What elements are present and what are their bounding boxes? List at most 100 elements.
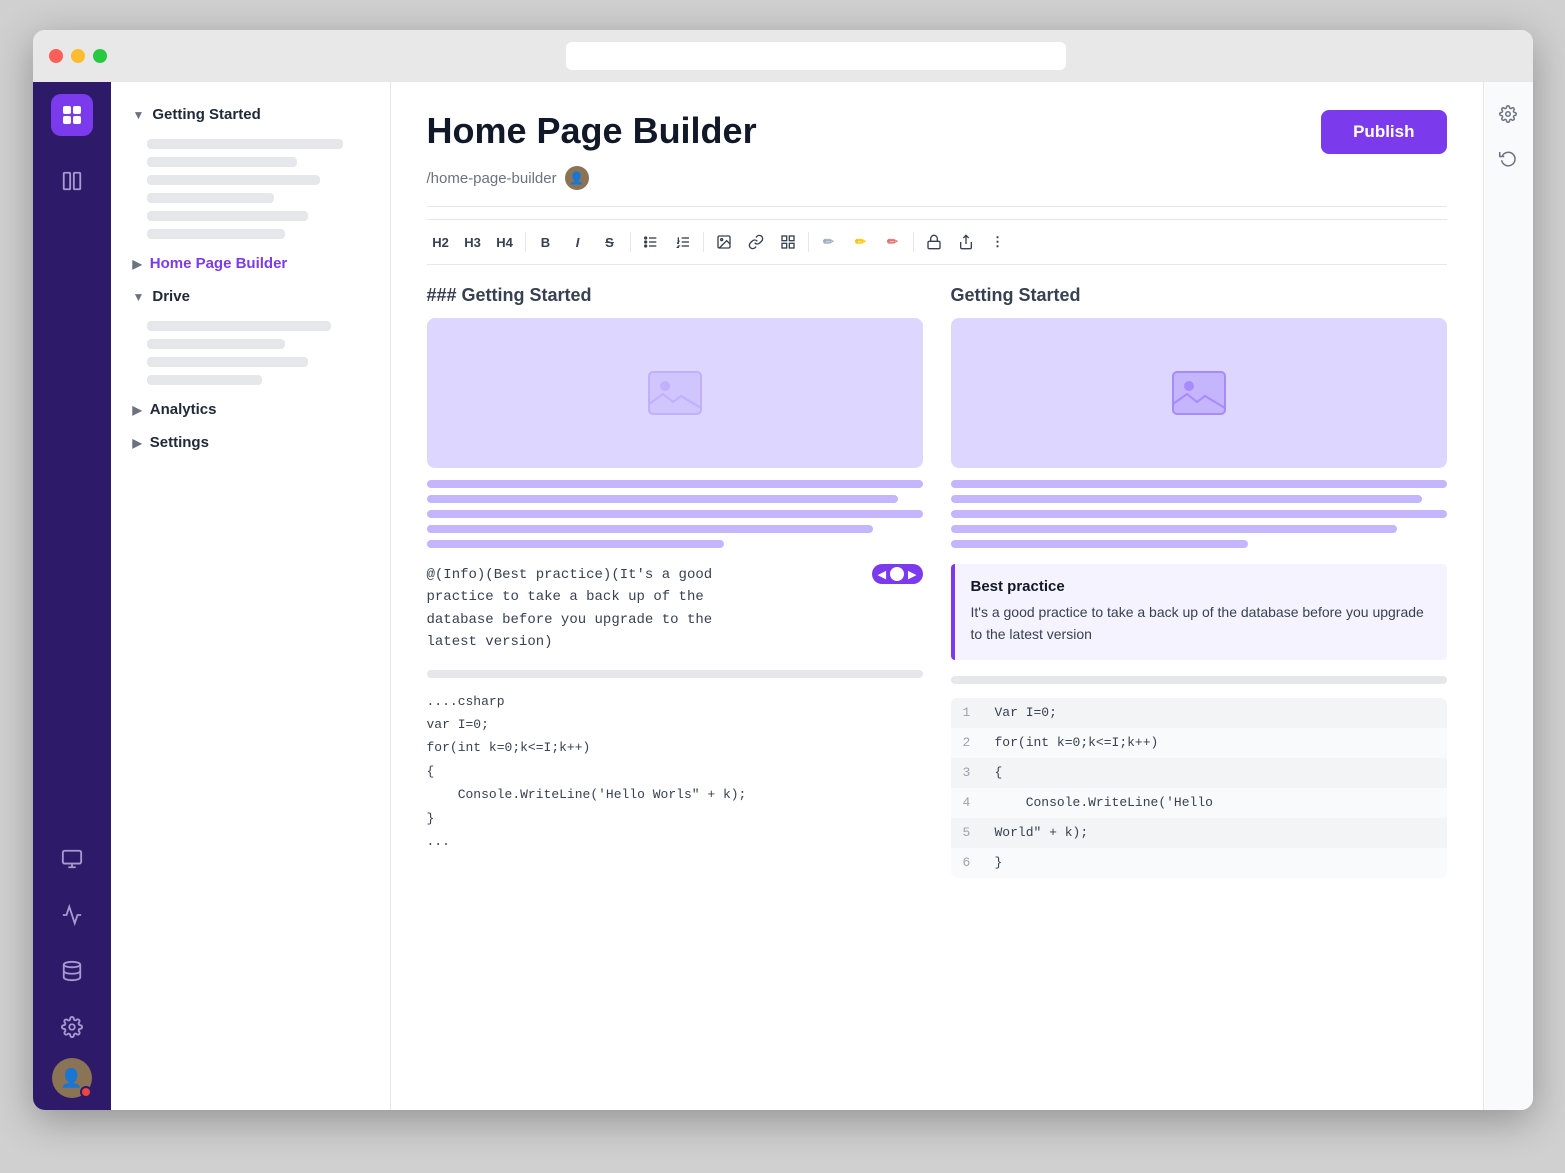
ordered-list-button[interactable] xyxy=(669,228,697,256)
bold-button[interactable]: B xyxy=(532,228,560,256)
code-line: } xyxy=(427,807,923,830)
sidebar-bottom: 👤 xyxy=(51,834,93,1098)
heading2-button[interactable]: H2 xyxy=(427,228,455,256)
nav-item-home-page-builder[interactable]: ▶ Home Page Builder xyxy=(123,247,378,280)
code-preview-line: 3 { xyxy=(951,758,1447,788)
preview-text-line xyxy=(951,480,1447,488)
preview-text-line xyxy=(951,495,1422,503)
app-body: 👤 ▼ Getting Started ▶ xyxy=(33,82,1533,1110)
editor-columns: ### Getting Started xyxy=(427,285,1447,878)
code-line: { xyxy=(427,760,923,783)
code-preview-line: 2 for(int k=0;k<=I;k++) xyxy=(951,728,1447,758)
toolbar-divider xyxy=(630,232,631,252)
settings-gear-icon[interactable] xyxy=(51,1006,93,1048)
subitem-line xyxy=(147,339,286,349)
color1-button[interactable]: ✏ xyxy=(815,228,843,256)
subitem-line xyxy=(147,211,309,221)
nav-label-settings: Settings xyxy=(150,434,209,451)
color2-button[interactable]: ✏ xyxy=(847,228,875,256)
main-content: Home Page Builder Publish /home-page-bui… xyxy=(391,82,1483,1110)
chevron-down-icon: ▼ xyxy=(133,108,145,122)
lock-button[interactable] xyxy=(920,228,948,256)
publish-button[interactable]: Publish xyxy=(1321,110,1446,154)
strikethrough-button[interactable]: S xyxy=(596,228,624,256)
code-preview-line: 1 Var I=0; xyxy=(951,698,1447,728)
code-preview-line: 6 } xyxy=(951,848,1447,878)
heading3-button[interactable]: H3 xyxy=(459,228,487,256)
address-bar[interactable] xyxy=(566,42,1066,70)
nav-label-home-page-builder: Home Page Builder xyxy=(150,255,288,272)
page-url-text: /home-page-builder xyxy=(427,170,557,187)
app-window: 👤 ▼ Getting Started ▶ xyxy=(33,30,1533,1110)
text-line xyxy=(427,495,898,503)
more-options-button[interactable]: ⋮ xyxy=(984,228,1012,256)
arrow-left-icon: ◀ xyxy=(878,568,886,581)
titlebar xyxy=(33,30,1533,82)
best-practice-text: It's a good practice to take a back up o… xyxy=(971,601,1431,646)
editor-image-placeholder xyxy=(427,318,923,468)
library-icon[interactable] xyxy=(51,160,93,202)
toolbar-divider xyxy=(525,232,526,252)
preview-image-placeholder xyxy=(951,318,1447,468)
maximize-btn[interactable] xyxy=(93,49,107,63)
icon-sidebar: 👤 xyxy=(33,82,111,1110)
link-button[interactable] xyxy=(742,228,770,256)
page-header: Home Page Builder Publish xyxy=(427,110,1447,154)
subitem-line xyxy=(147,375,263,385)
editor-placeholder-lines xyxy=(427,670,923,678)
text-line xyxy=(427,510,923,518)
subitem-line xyxy=(147,193,274,203)
editor-text-lines xyxy=(427,480,923,548)
chevron-down-icon: ▼ xyxy=(133,290,145,304)
panel-settings-icon[interactable] xyxy=(1492,98,1524,130)
preview-heading: Getting Started xyxy=(951,285,1447,306)
code-preview-line: 5 World" + k); xyxy=(951,818,1447,848)
unordered-list-button[interactable] xyxy=(637,228,665,256)
text-line xyxy=(427,525,873,533)
toggle-switch[interactable]: ◀ ▶ xyxy=(872,564,923,584)
code-line: ....csharp xyxy=(427,690,923,713)
code-block-editor: ....csharp var I=0; for(int k=0;k<=I;k++… xyxy=(427,690,923,854)
share-button[interactable] xyxy=(952,228,980,256)
nav-item-analytics[interactable]: ▶ Analytics xyxy=(123,393,378,426)
code-line: ... xyxy=(427,830,923,853)
nav-item-drive[interactable]: ▼ Drive xyxy=(123,280,378,313)
preview-text-line xyxy=(951,540,1249,548)
preview-placeholder-block xyxy=(951,676,1447,684)
nav-item-settings[interactable]: ▶ Settings xyxy=(123,426,378,459)
block-button[interactable] xyxy=(774,228,802,256)
editor-heading: ### Getting Started xyxy=(427,285,923,306)
code-line: var I=0; xyxy=(427,713,923,736)
code-line: Console.WriteLine('Hello Worls" + k); xyxy=(427,783,923,806)
preview-column: Getting Started xyxy=(951,285,1447,878)
toolbar-divider xyxy=(808,232,809,252)
subitem-line xyxy=(147,321,332,331)
heading4-button[interactable]: H4 xyxy=(491,228,519,256)
nav-label-analytics: Analytics xyxy=(150,401,217,418)
image-button[interactable] xyxy=(710,228,738,256)
nav-item-getting-started[interactable]: ▼ Getting Started xyxy=(123,98,378,131)
subitem-line xyxy=(147,157,297,167)
nav-sidebar: ▼ Getting Started ▶ Home Page Builder ▼ … xyxy=(111,82,391,1110)
panel-refresh-icon[interactable] xyxy=(1492,142,1524,174)
user-avatar[interactable]: 👤 xyxy=(52,1058,92,1098)
best-practice-title: Best practice xyxy=(971,578,1431,595)
minimize-btn[interactable] xyxy=(71,49,85,63)
italic-button[interactable]: I xyxy=(564,228,592,256)
toolbar-divider xyxy=(913,232,914,252)
preview-text-line xyxy=(951,510,1447,518)
color3-button[interactable]: ✏ xyxy=(879,228,907,256)
getting-started-subitems xyxy=(147,139,378,239)
logo-icon[interactable] xyxy=(51,94,93,136)
notification-badge xyxy=(80,1086,92,1098)
close-btn[interactable] xyxy=(49,49,63,63)
right-panel xyxy=(1483,82,1533,1110)
subitem-line xyxy=(147,139,343,149)
chart-icon[interactable] xyxy=(51,894,93,936)
database-icon[interactable] xyxy=(51,950,93,992)
desktop-icon[interactable] xyxy=(51,838,93,880)
page-url-bar: /home-page-builder 👤 xyxy=(427,166,1447,190)
page-author-avatar: 👤 xyxy=(565,166,589,190)
chevron-right-icon: ▶ xyxy=(133,436,142,450)
text-line xyxy=(427,540,725,548)
